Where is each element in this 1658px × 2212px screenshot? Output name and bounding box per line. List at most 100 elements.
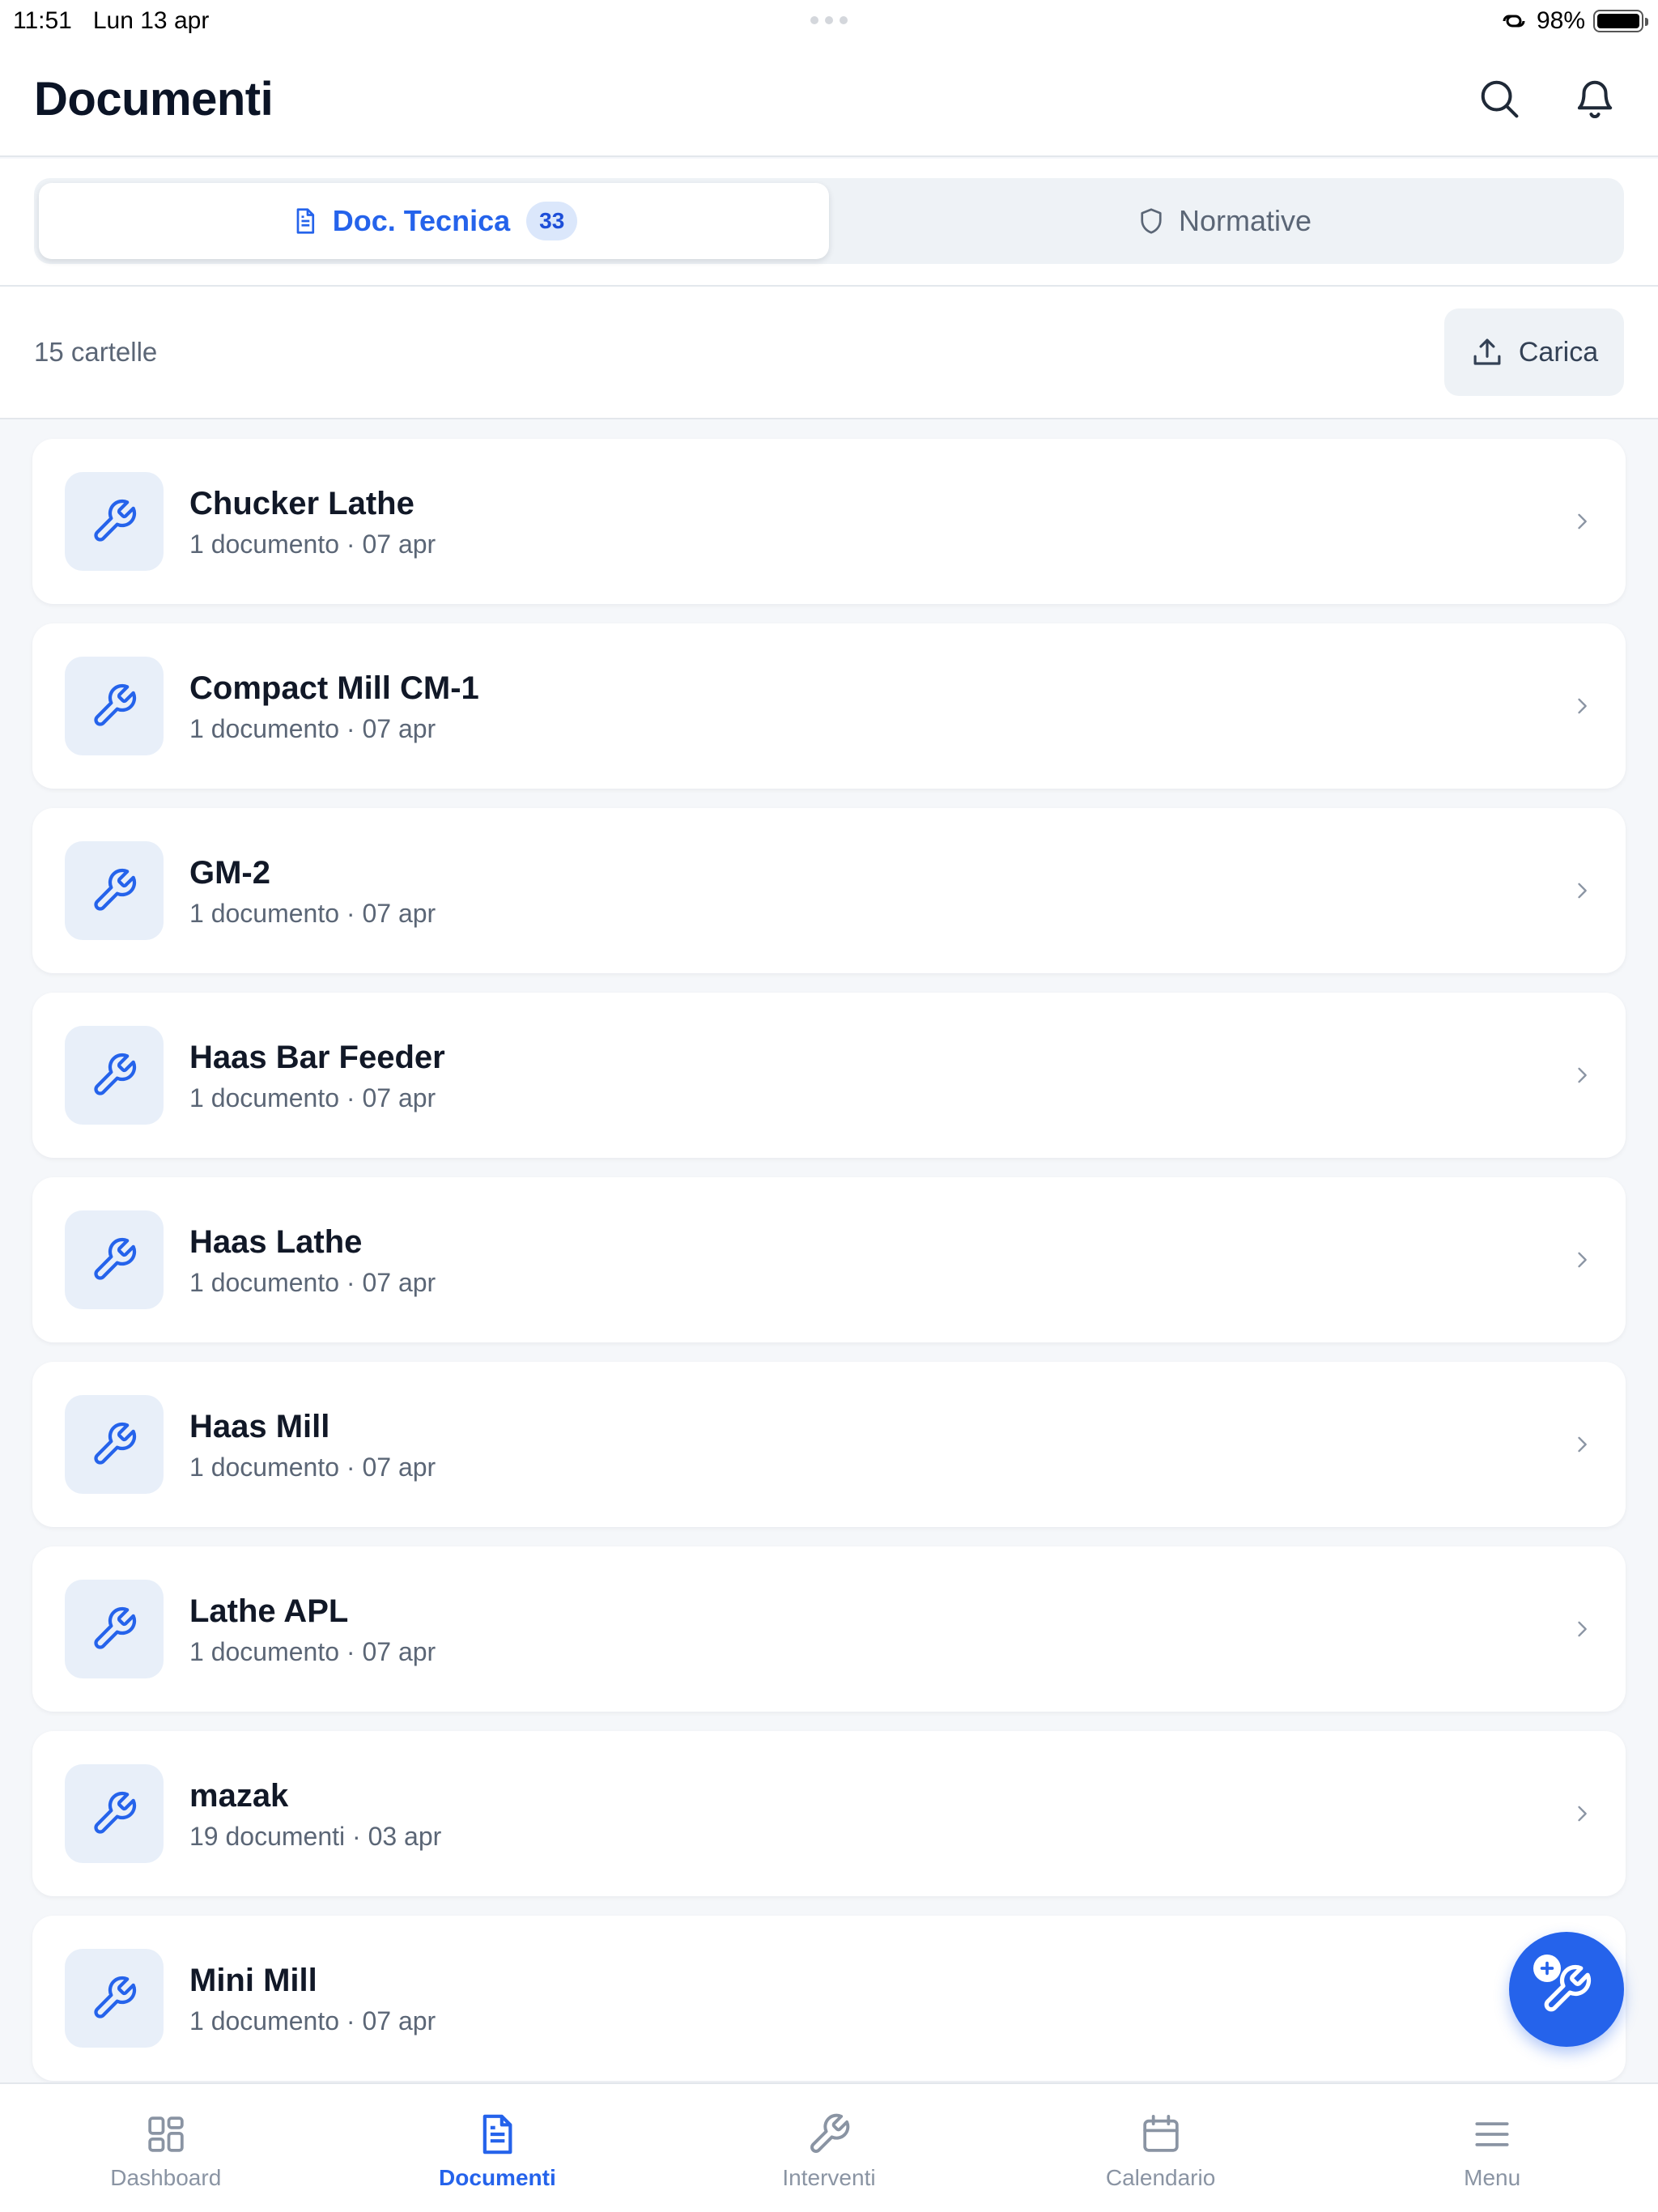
folder-meta: 1 documento · 07 apr	[189, 529, 436, 559]
chevron-right-icon	[1578, 1067, 1587, 1083]
page-header: Documenti	[0, 42, 1658, 157]
folder-thumb	[65, 1026, 164, 1125]
folder-meta: 1 documento · 07 apr	[189, 1267, 436, 1297]
count-badge: 33	[526, 202, 578, 240]
chevron-right-icon	[1578, 698, 1587, 714]
folder-card[interactable]: mazak 19 documenti · 03 apr	[32, 1731, 1626, 1896]
wrench-icon	[94, 1791, 137, 1834]
nav-label: Interventi	[782, 2165, 876, 2190]
menu-icon	[1475, 2122, 1509, 2146]
upload-button[interactable]: Carica	[1444, 308, 1624, 396]
wrench-icon	[94, 1976, 137, 2018]
chevron-right-icon	[1578, 1252, 1587, 1268]
wrench-icon	[94, 1422, 137, 1465]
bell-icon	[1577, 80, 1613, 118]
folder-meta: 1 documento · 07 apr	[189, 713, 436, 743]
wrench-icon	[810, 2113, 850, 2153]
folder-meta: 1 documento · 07 apr	[189, 1083, 436, 1112]
dashboard-icon	[148, 2116, 184, 2152]
shield-icon	[1141, 208, 1162, 234]
chevron-right-icon	[1578, 513, 1587, 530]
folder-card[interactable]: Haas Bar Feeder 1 documento · 07 apr	[32, 993, 1626, 1158]
folder-count: 15 cartelle	[34, 337, 158, 367]
folder-name: Lathe APL	[189, 1593, 349, 1629]
upload-icon	[1473, 338, 1501, 365]
folder-text: Mini Mill 1 documento · 07 apr	[189, 1961, 1593, 2036]
folder-name: Haas Lathe	[189, 1223, 363, 1260]
folder-thumb	[65, 1580, 164, 1678]
folder-name: Compact Mill CM-1	[189, 670, 479, 706]
nav-label: Dashboard	[110, 2165, 222, 2190]
folder-card[interactable]: Lathe APL 1 documento · 07 apr	[32, 1546, 1626, 1712]
folder-thumb	[65, 657, 164, 755]
status-time: 11:51	[13, 7, 72, 34]
nav-item-menu[interactable]: Menu	[1326, 2084, 1658, 2212]
nav-item-dashboard[interactable]: Dashboard	[0, 2084, 332, 2212]
chevron-right-icon	[1578, 1806, 1587, 1822]
battery-icon	[1593, 10, 1648, 32]
wrench-icon	[94, 1053, 137, 1095]
document-icon	[483, 2114, 512, 2155]
search-icon	[1481, 80, 1519, 118]
upload-label: Carica	[1518, 336, 1599, 368]
bottom-tab-bar: Dashboard Documenti Interventi Calendario Me…	[0, 2082, 1658, 2212]
folder-text: GM-2 1 documento · 07 apr	[189, 853, 1593, 929]
folder-thumb	[65, 1949, 164, 2048]
folder-meta: 1 documento · 07 apr	[189, 1452, 436, 1482]
folder-list: Chucker Lathe 1 documento · 07 apr Compa…	[32, 439, 1626, 2100]
tab-label: Doc. Tecnica	[332, 204, 511, 237]
folder-thumb	[65, 841, 164, 940]
folder-name: GM-2	[189, 854, 270, 891]
nav-item-interventi[interactable]: Interventi	[663, 2084, 995, 2212]
folder-name: mazak	[189, 1777, 289, 1814]
folder-text: Haas Bar Feeder 1 documento · 07 apr	[189, 1038, 1593, 1113]
link-icon	[1503, 15, 1525, 28]
folder-card[interactable]: Haas Mill 1 documento · 07 apr	[32, 1362, 1626, 1527]
nav-item-calendario[interactable]: Calendario	[995, 2084, 1327, 2212]
status-bar: 11:51 Lun 13 apr 98%	[0, 0, 1658, 42]
folder-text: mazak 19 documenti · 03 apr	[189, 1776, 1593, 1852]
nav-label: Calendario	[1105, 2165, 1216, 2190]
folder-card[interactable]: Chucker Lathe 1 documento · 07 apr	[32, 439, 1626, 604]
folder-card[interactable]: GM-2 1 documento · 07 apr	[32, 808, 1626, 973]
folder-name: Chucker Lathe	[189, 485, 414, 521]
search-button[interactable]	[1477, 76, 1522, 121]
list-toolbar: 15 cartelle Carica	[0, 287, 1658, 419]
status-date: Lun 13 apr	[92, 7, 210, 34]
wrench-icon	[94, 1606, 137, 1649]
folder-thumb	[65, 1395, 164, 1494]
nav-label: Menu	[1464, 2165, 1521, 2190]
wrench-icon	[94, 683, 137, 726]
folder-meta: 19 documenti · 03 apr	[189, 1821, 442, 1851]
tab-label: Normative	[1178, 204, 1312, 237]
page-title: Documenti	[34, 72, 274, 125]
battery-percent: 98%	[1536, 7, 1585, 34]
folder-thumb	[65, 1764, 164, 1863]
folder-text: Chucker Lathe 1 documento · 07 apr	[189, 484, 1593, 559]
folder-card[interactable]: Mini Mill 1 documento · 07 apr	[32, 1916, 1626, 2081]
calendar-icon	[1142, 2114, 1179, 2152]
nav-label: Documenti	[439, 2165, 556, 2190]
folder-card[interactable]: Haas Lathe 1 documento · 07 apr	[32, 1177, 1626, 1342]
notifications-button[interactable]	[1572, 76, 1618, 121]
chevron-right-icon	[1578, 1436, 1587, 1453]
folder-text: Compact Mill CM-1 1 documento · 07 apr	[189, 669, 1593, 744]
nav-item-documenti[interactable]: Documenti	[332, 2084, 664, 2212]
folder-meta: 1 documento · 07 apr	[189, 898, 436, 928]
folder-text: Lathe APL 1 documento · 07 apr	[189, 1592, 1593, 1667]
new-intervention-fab[interactable]	[1509, 1932, 1624, 2047]
plus-icon	[1533, 1955, 1561, 1982]
wrench-icon	[94, 499, 137, 542]
multitask-dots[interactable]	[810, 16, 848, 24]
segmented-control: Doc. Tecnica 33 Normative	[34, 178, 1624, 264]
wrench-icon	[94, 1237, 137, 1280]
folder-name: Haas Mill	[189, 1408, 330, 1444]
chevron-right-icon	[1578, 883, 1587, 899]
folder-thumb	[65, 472, 164, 571]
tab-normative[interactable]: Normative	[829, 183, 1619, 259]
folder-card[interactable]: Compact Mill CM-1 1 documento · 07 apr	[32, 623, 1626, 789]
folder-meta: 1 documento · 07 apr	[189, 2006, 436, 2035]
tab-doc-tecnica[interactable]: Doc. Tecnica 33	[39, 183, 829, 259]
folder-name: Mini Mill	[189, 1962, 317, 1998]
chevron-right-icon	[1578, 1621, 1587, 1637]
